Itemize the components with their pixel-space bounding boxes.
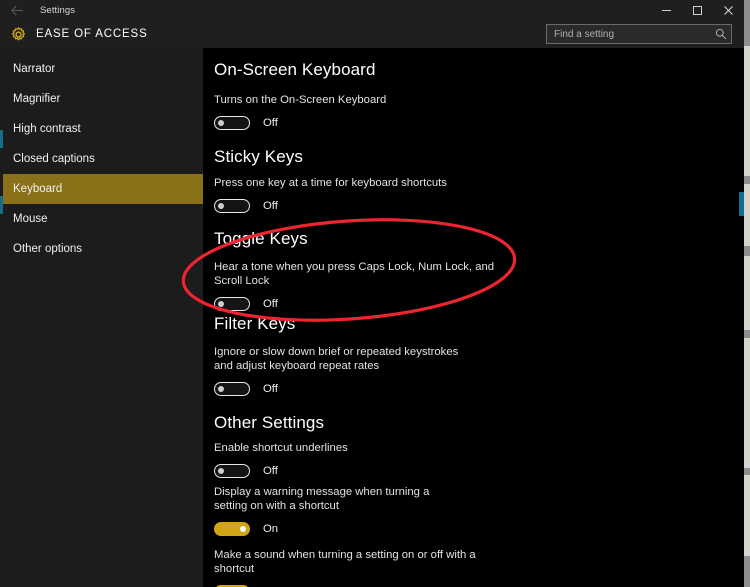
- minimize-icon: [661, 5, 672, 16]
- setting-description: Hear a tone when you press Caps Lock, Nu…: [214, 261, 495, 287]
- maximize-button[interactable]: [682, 0, 713, 20]
- setting-on-screen-keyboard: Turns on the On-Screen Keyboard Off: [214, 93, 386, 130]
- sidebar-item-label: Mouse: [13, 213, 48, 225]
- toggle-state-label: Off: [263, 117, 278, 129]
- page-title: EASE OF ACCESS: [36, 28, 148, 40]
- toggle-state-label: Off: [263, 298, 278, 310]
- toggle-row: Off: [214, 297, 514, 311]
- settings-window: Settings EASE OF ACCESS Find a setting N…: [0, 0, 750, 587]
- sidebar-item-label: High contrast: [13, 123, 81, 135]
- sidebar-item-mouse[interactable]: Mouse: [3, 204, 203, 234]
- sidebar-item-high-contrast[interactable]: High contrast: [3, 114, 203, 144]
- window-controls: [651, 0, 744, 20]
- toggle-row: On: [214, 522, 464, 536]
- setting-sticky-keys: Press one key at a time for keyboard sho…: [214, 176, 447, 213]
- sidebar-item-magnifier[interactable]: Magnifier: [3, 84, 203, 114]
- toggle-state-label: On: [263, 523, 279, 535]
- setting-description: Ignore or slow down brief or repeated ke…: [214, 346, 459, 372]
- sidebar-item-label: Closed captions: [13, 153, 95, 165]
- toggle-toggle-keys[interactable]: [214, 297, 250, 311]
- window-title: Settings: [40, 4, 76, 16]
- desktop-edge-segment: [744, 556, 750, 587]
- setting-enable-shortcut-underlines: Enable shortcut underlines Off: [214, 441, 348, 478]
- back-arrow-icon: [10, 5, 24, 16]
- desktop-right-edge: [744, 0, 750, 587]
- toggle-row: Off: [214, 116, 386, 130]
- section-toggle-keys: Toggle Keys: [214, 229, 308, 249]
- section-on-screen-keyboard: On-Screen Keyboard: [214, 60, 376, 80]
- close-button[interactable]: [713, 0, 744, 20]
- setting-toggle-keys: Hear a tone when you press Caps Lock, Nu…: [214, 260, 514, 311]
- toggle-row: Off: [214, 464, 348, 478]
- section-title: On-Screen Keyboard: [214, 60, 376, 79]
- toggle-row: Off: [214, 199, 447, 213]
- section-title: Filter Keys: [214, 314, 296, 333]
- section-filter-keys: Filter Keys: [214, 314, 295, 334]
- toggle-enable-shortcut-underlines[interactable]: [214, 464, 250, 478]
- sidebar-item-label: Other options: [13, 243, 83, 255]
- section-title: Sticky Keys: [214, 147, 303, 166]
- search-input[interactable]: [547, 28, 711, 40]
- search-icon[interactable]: [711, 28, 731, 40]
- search-box[interactable]: [546, 24, 732, 44]
- back-button[interactable]: [0, 0, 34, 20]
- desktop-edge-segment: [744, 0, 750, 46]
- maximize-icon: [692, 5, 703, 16]
- desktop-edge-segment: [744, 330, 750, 338]
- sidebar-item-label: Keyboard: [13, 183, 63, 195]
- setting-display-warning-message: Display a warning message when turning a…: [214, 485, 464, 536]
- sidebar: Narrator Magnifier High contrast Closed …: [3, 48, 203, 587]
- settings-content: On-Screen Keyboard Turns on the On-Scree…: [203, 48, 744, 587]
- toggle-sticky-keys[interactable]: [214, 199, 250, 213]
- sidebar-item-label: Narrator: [13, 63, 56, 75]
- toggle-row: Off: [214, 382, 466, 396]
- sidebar-item-narrator[interactable]: Narrator: [3, 54, 203, 84]
- desktop-edge-segment: [744, 468, 750, 475]
- toggle-display-warning-message[interactable]: [214, 522, 250, 536]
- sidebar-item-other-options[interactable]: Other options: [3, 234, 203, 264]
- setting-description: Press one key at a time for keyboard sho…: [214, 177, 447, 189]
- sidebar-item-closed-captions[interactable]: Closed captions: [3, 144, 203, 174]
- section-title: Toggle Keys: [214, 229, 308, 248]
- desktop-edge-segment: [744, 246, 750, 256]
- setting-description: Enable shortcut underlines: [214, 442, 348, 454]
- sidebar-item-keyboard[interactable]: Keyboard: [3, 174, 203, 204]
- toggle-filter-keys[interactable]: [214, 382, 250, 396]
- toggle-on-screen-keyboard[interactable]: [214, 116, 250, 130]
- vertical-scrollbar-thumb[interactable]: [739, 192, 744, 216]
- section-other-settings: Other Settings: [214, 413, 324, 433]
- title-bar: Settings: [0, 0, 744, 20]
- section-sticky-keys: Sticky Keys: [214, 147, 303, 167]
- setting-description: Turns on the On-Screen Keyboard: [214, 94, 387, 106]
- setting-make-a-sound: Make a sound when turning a setting on o…: [214, 548, 514, 587]
- minimize-button[interactable]: [651, 0, 682, 20]
- toggle-state-label: Off: [263, 383, 278, 395]
- gear-icon: [0, 26, 36, 43]
- setting-description: Display a warning message when turning a…: [214, 486, 430, 512]
- toggle-state-label: Off: [263, 465, 278, 477]
- setting-description: Make a sound when turning a setting on o…: [214, 549, 476, 575]
- toggle-state-label: Off: [263, 200, 278, 212]
- desktop-edge-segment: [744, 176, 750, 184]
- close-icon: [723, 5, 734, 16]
- app-header: EASE OF ACCESS: [0, 20, 744, 48]
- section-title: Other Settings: [214, 413, 325, 432]
- sidebar-item-label: Magnifier: [13, 93, 61, 105]
- setting-filter-keys: Ignore or slow down brief or repeated ke…: [214, 345, 466, 396]
